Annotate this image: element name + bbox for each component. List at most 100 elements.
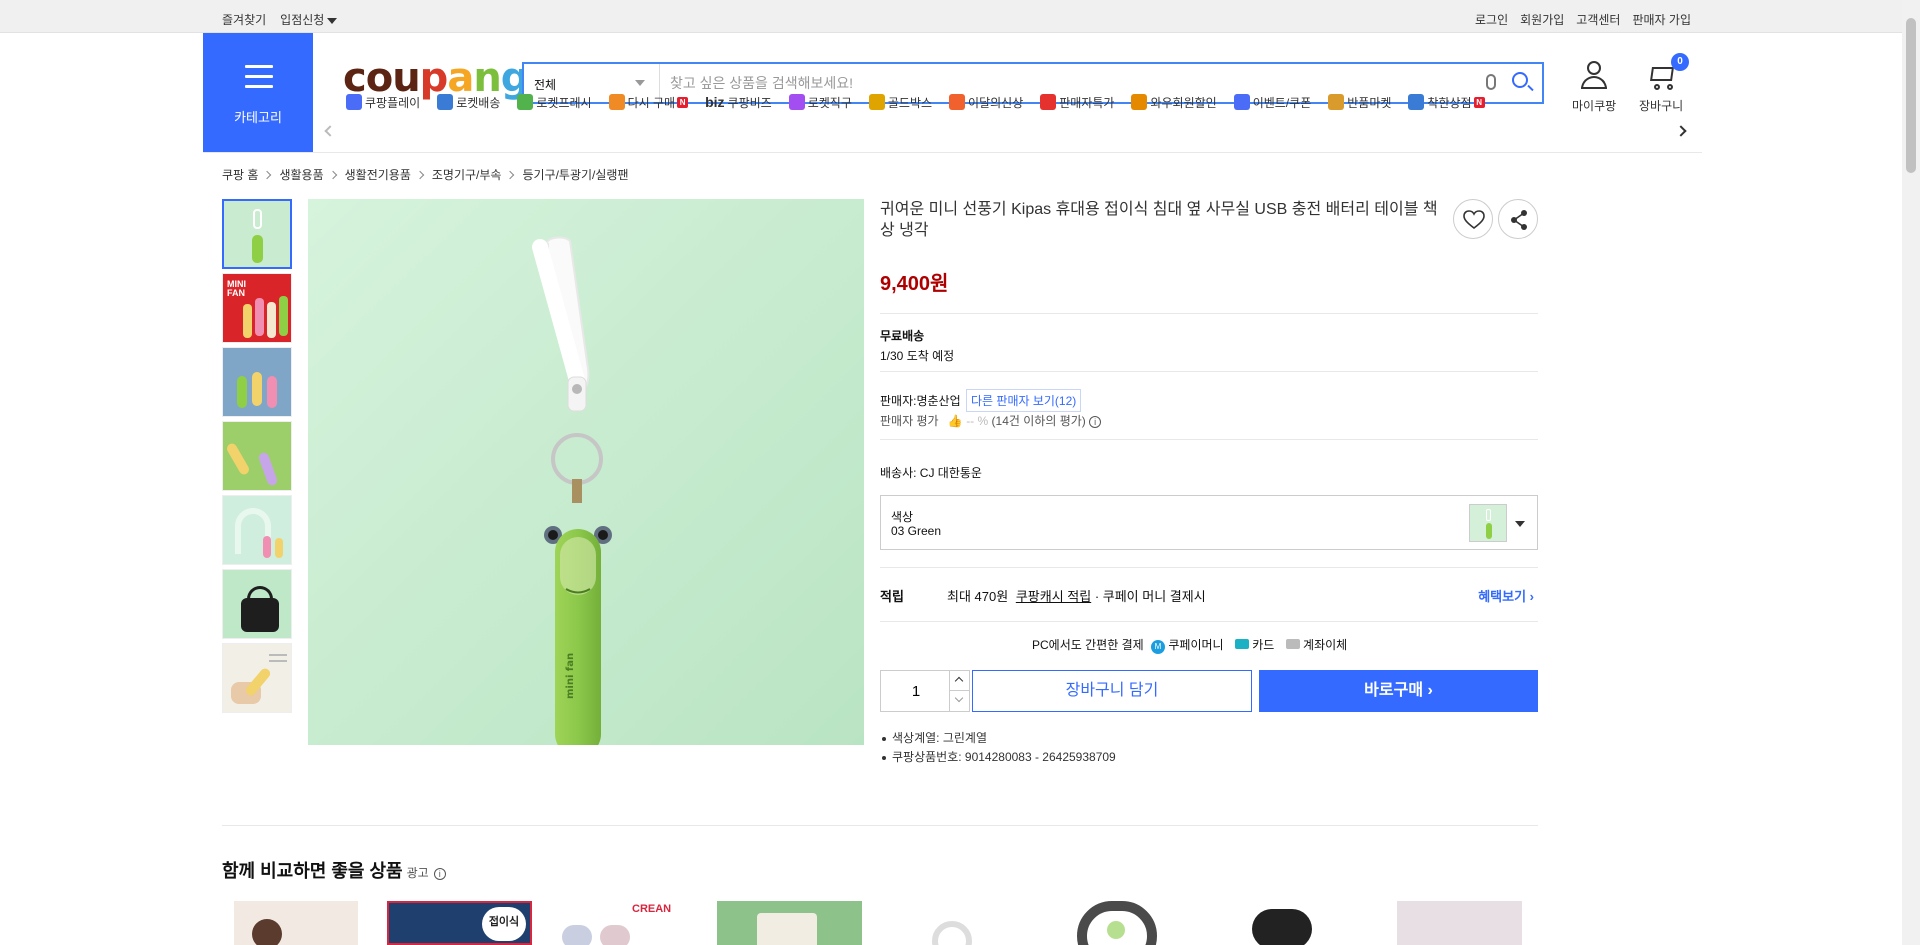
signup-link[interactable]: 회원가입 bbox=[1520, 11, 1564, 28]
product-card[interactable] bbox=[1212, 901, 1357, 945]
seller-name[interactable]: 명춘산업 bbox=[916, 394, 960, 408]
quantity-decrease-button[interactable] bbox=[949, 691, 969, 711]
breadcrumb-link[interactable]: 생활전기용품 bbox=[345, 166, 411, 183]
quantity-input[interactable] bbox=[881, 671, 951, 711]
share-icon bbox=[1511, 210, 1527, 230]
product-card[interactable] bbox=[222, 901, 367, 945]
breadcrumb: 쿠팡 홈 생활용품 생활전기용품 조명기구/부속 등기구/투광기/실랭팬 bbox=[222, 166, 629, 183]
shortcut-label: 와우회원할인 bbox=[1150, 95, 1217, 110]
shortcut-label: 이달의신상 bbox=[968, 95, 1024, 110]
page-scrollbar[interactable] bbox=[1902, 0, 1920, 945]
bank-icon bbox=[1285, 639, 1300, 649]
share-button[interactable] bbox=[1498, 199, 1538, 239]
chevron-down-icon bbox=[1515, 521, 1525, 527]
main-product-image[interactable]: mini fan bbox=[308, 199, 864, 745]
rebuy-icon bbox=[608, 94, 625, 110]
reward-amount: 최대 470원 bbox=[947, 589, 1009, 604]
breadcrumb-link[interactable]: 쿠팡 홈 bbox=[222, 166, 258, 183]
thumbnail-5[interactable] bbox=[222, 495, 292, 565]
percent-icon bbox=[1040, 94, 1057, 110]
add-to-cart-button[interactable]: 장바구니 담기 bbox=[972, 670, 1252, 712]
shortcut-item[interactable]: 이달의신상 bbox=[949, 94, 1023, 111]
product-card[interactable]: CREAN bbox=[552, 901, 697, 945]
svg-text:mini fan: mini fan bbox=[565, 653, 576, 699]
shortcut-item[interactable]: 와우회원할인 bbox=[1131, 94, 1217, 111]
shortcut-item[interactable]: 골드박스 bbox=[868, 94, 933, 111]
bookmark-link[interactable]: 즐겨찾기 bbox=[222, 11, 266, 28]
seller-signup-link[interactable]: 판매자 가입 bbox=[1632, 11, 1691, 28]
category-button[interactable]: 카테고리 bbox=[203, 33, 313, 153]
shortcut-item[interactable]: 쿠팡플레이 bbox=[346, 94, 420, 111]
other-sellers-button[interactable]: 다른 판매자 보기(12) bbox=[965, 389, 1082, 412]
thumbnail-2[interactable]: MINI FAN bbox=[222, 273, 292, 343]
ad-label: 광고 bbox=[406, 866, 429, 880]
search-icon[interactable] bbox=[1512, 72, 1528, 88]
color-option-select[interactable]: 색상 03 Green bbox=[880, 495, 1538, 550]
shortcut-item[interactable]: 로켓배송 bbox=[437, 94, 500, 111]
breadcrumb-link[interactable]: 등기구/투광기/실랭팬 bbox=[522, 166, 628, 183]
arrival-date: 1/30 도착 예정 bbox=[880, 349, 955, 363]
pay-method-bank: 계좌이체 bbox=[1303, 638, 1348, 652]
shortcut-item[interactable]: 로켓직구 bbox=[788, 94, 852, 111]
shortcut-label: 로켓배송 bbox=[456, 95, 501, 110]
login-link[interactable]: 로그인 bbox=[1475, 11, 1508, 28]
cart-count-badge: 0 bbox=[1671, 53, 1690, 71]
option-label: 색상 bbox=[891, 510, 914, 524]
goldbox-icon bbox=[868, 94, 885, 110]
info-icon[interactable]: i bbox=[1089, 416, 1102, 428]
cart-label: 장바구니 bbox=[1639, 99, 1684, 113]
shortcut-item[interactable]: 이벤트/쿠폰 bbox=[1233, 94, 1311, 111]
thumbnail-1[interactable] bbox=[222, 199, 292, 269]
courier-info: 배송사: CJ 대한통운 bbox=[880, 466, 982, 480]
wishlist-button[interactable] bbox=[1453, 199, 1493, 239]
seller-apply-link[interactable]: 입점신청 bbox=[280, 11, 338, 28]
divider bbox=[880, 567, 1538, 568]
product-card[interactable]: 접이식 bbox=[387, 901, 532, 945]
shortcut-item[interactable]: 판매자특가 bbox=[1040, 94, 1114, 111]
hamburger-icon bbox=[245, 65, 273, 95]
product-card[interactable] bbox=[1047, 901, 1192, 945]
shortcut-label: 반품마켓 bbox=[1347, 95, 1392, 110]
shortcut-item[interactable]: 반품마켓 bbox=[1328, 94, 1391, 111]
biz-icon: biz bbox=[705, 94, 725, 110]
breadcrumb-link[interactable]: 조명기구/부속 bbox=[432, 166, 502, 183]
breadcrumb-link[interactable]: 생활용품 bbox=[279, 166, 323, 183]
thumbnail-4[interactable] bbox=[222, 421, 292, 491]
divider bbox=[880, 371, 1538, 372]
chevron-right-icon bbox=[415, 170, 425, 179]
benefit-link[interactable]: 혜택보기 › bbox=[1478, 586, 1534, 605]
product-card[interactable] bbox=[1377, 901, 1522, 945]
mini-fan-illustration: mini fan bbox=[308, 199, 864, 745]
shortcut-label: 다시 구매 bbox=[627, 95, 676, 110]
header-divider bbox=[203, 152, 1702, 153]
new-badge: N bbox=[677, 96, 689, 108]
shortcut-item[interactable]: biz 쿠팡비즈 bbox=[705, 94, 772, 111]
thumbnail-3[interactable] bbox=[222, 347, 292, 417]
mycoupang-button[interactable]: 마이쿠팡 bbox=[1572, 61, 1616, 114]
chevron-right-icon: › bbox=[1529, 589, 1534, 604]
shortcut-item[interactable]: 착한상점 N bbox=[1408, 94, 1485, 111]
shortcut-label: 골드박스 bbox=[887, 95, 933, 110]
shortcut-label: 로켓프레시 bbox=[536, 95, 592, 110]
cart-button[interactable]: 0 장바구니 bbox=[1639, 53, 1690, 114]
thumbnail-6[interactable] bbox=[222, 569, 292, 639]
customer-center-link[interactable]: 고객센터 bbox=[1576, 11, 1620, 28]
user-icon bbox=[1579, 61, 1609, 91]
shortcut-item[interactable]: 로켓프레시 bbox=[517, 94, 592, 111]
coupang-cash-link[interactable]: 쿠팡캐시 적립 bbox=[1016, 589, 1091, 604]
top-utility-bar: 즐겨찾기 입점신청 로그인 회원가입 고객센터 판매자 가입 bbox=[0, 0, 1902, 33]
shortcut-item[interactable]: 다시 구매 N bbox=[608, 94, 689, 111]
info-icon[interactable]: i bbox=[433, 868, 446, 880]
rocket-icon bbox=[437, 94, 454, 110]
buy-now-button[interactable]: 바로구매 › bbox=[1259, 670, 1538, 712]
microphone-icon[interactable] bbox=[1486, 74, 1496, 90]
quantity-stepper bbox=[880, 670, 970, 712]
chevron-down-icon bbox=[327, 17, 338, 24]
product-card[interactable] bbox=[882, 901, 1027, 945]
chevron-right-icon bbox=[328, 170, 337, 179]
category-shortcut-bar: 쿠팡플레이 로켓배송 로켓프레시 다시 구매 Nbiz 쿠팡비즈 로켓직구 골드박스 이달의신상… bbox=[346, 89, 1502, 115]
quantity-increase-button[interactable] bbox=[949, 671, 969, 691]
product-card[interactable] bbox=[717, 901, 862, 945]
thumbnail-7[interactable] bbox=[222, 643, 292, 713]
pc-payment-row: PC에서도 간편한 결제 M 쿠페이머니 카드 계좌이체 bbox=[1032, 636, 1347, 654]
